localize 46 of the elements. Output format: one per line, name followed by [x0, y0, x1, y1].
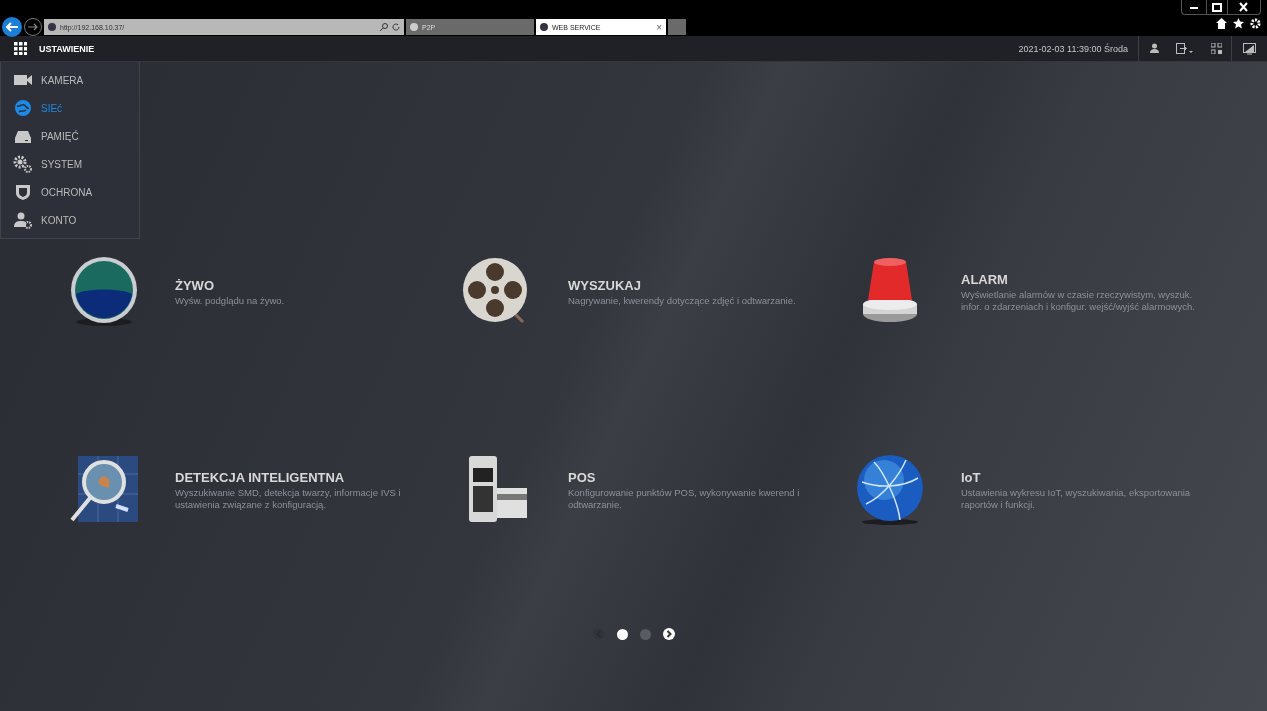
home-icon[interactable]: [1216, 18, 1227, 29]
qr-code-icon[interactable]: [1210, 43, 1222, 54]
menu-item[interactable]: SIEć: [1, 98, 139, 118]
globe-icon: [854, 454, 926, 526]
tile-title[interactable]: POS: [568, 470, 808, 486]
tab-close[interactable]: ×: [656, 21, 662, 33]
date-time: 2021-02-03 11:39:00 Środa: [1018, 36, 1139, 61]
tile-title[interactable]: ŻYWO: [175, 277, 415, 293]
star-icon[interactable]: [1233, 18, 1244, 29]
tile-title[interactable]: IoT: [961, 470, 1201, 486]
settings-icon[interactable]: [1250, 18, 1261, 29]
menu-item[interactable]: KAMERA: [1, 70, 139, 90]
menu-icon[interactable]: [14, 42, 27, 55]
tile-description: Ustawienia wykresu IoT, wyszukiwania, eksportowania raportów i funkcji.: [961, 487, 1192, 510]
network-icon: [13, 98, 33, 118]
tile-icon-button[interactable]: [68, 256, 140, 328]
site-icon: [410, 23, 418, 31]
menu-item[interactable]: PAMIĘĆ: [1, 126, 139, 146]
menu-item[interactable]: OCHRONA: [1, 182, 139, 202]
arrow-right-icon: [28, 23, 38, 31]
tile-icon-button[interactable]: [854, 454, 926, 526]
site-icon: [540, 23, 548, 31]
site-icon: [48, 23, 56, 31]
page-title: USTAWIENIE: [39, 43, 95, 54]
refresh-icon[interactable]: [392, 23, 400, 31]
search-icon[interactable]: [380, 23, 388, 31]
monitor-icon[interactable]: [1242, 42, 1256, 55]
tile-title[interactable]: DETEKCJA INTELIGENTNA: [175, 470, 415, 486]
arrow-left-icon: [6, 22, 18, 32]
next-page-icon[interactable]: [662, 628, 675, 640]
menu-item[interactable]: KONTO: [1, 210, 139, 230]
page-dot[interactable]: [639, 628, 651, 640]
tile-description: Wyszukiwanie SMD, detekcja twarzy, informacje IVS i ustawienia związane z konfiguracją.: [175, 487, 402, 510]
menu-item[interactable]: SYSTEM: [1, 154, 139, 174]
tile-title[interactable]: ALARM: [961, 272, 1201, 288]
page-dot[interactable]: [616, 628, 628, 640]
system-icon: [13, 154, 33, 174]
logout-icon[interactable]: [1176, 43, 1194, 54]
tile-description: Konfigurowanie punktów POS, wykonywanie kwerend i odtwarzanie.: [568, 487, 801, 510]
account-icon: [13, 210, 33, 230]
tile-title[interactable]: WYSZUKAJ: [568, 277, 808, 293]
globe-lens-icon: [68, 256, 140, 328]
tile-description: Wyśw. podglądu na żywo.: [175, 294, 286, 307]
user-icon[interactable]: [1148, 43, 1160, 54]
shield-icon: [13, 182, 33, 202]
back-button[interactable]: [2, 17, 22, 37]
